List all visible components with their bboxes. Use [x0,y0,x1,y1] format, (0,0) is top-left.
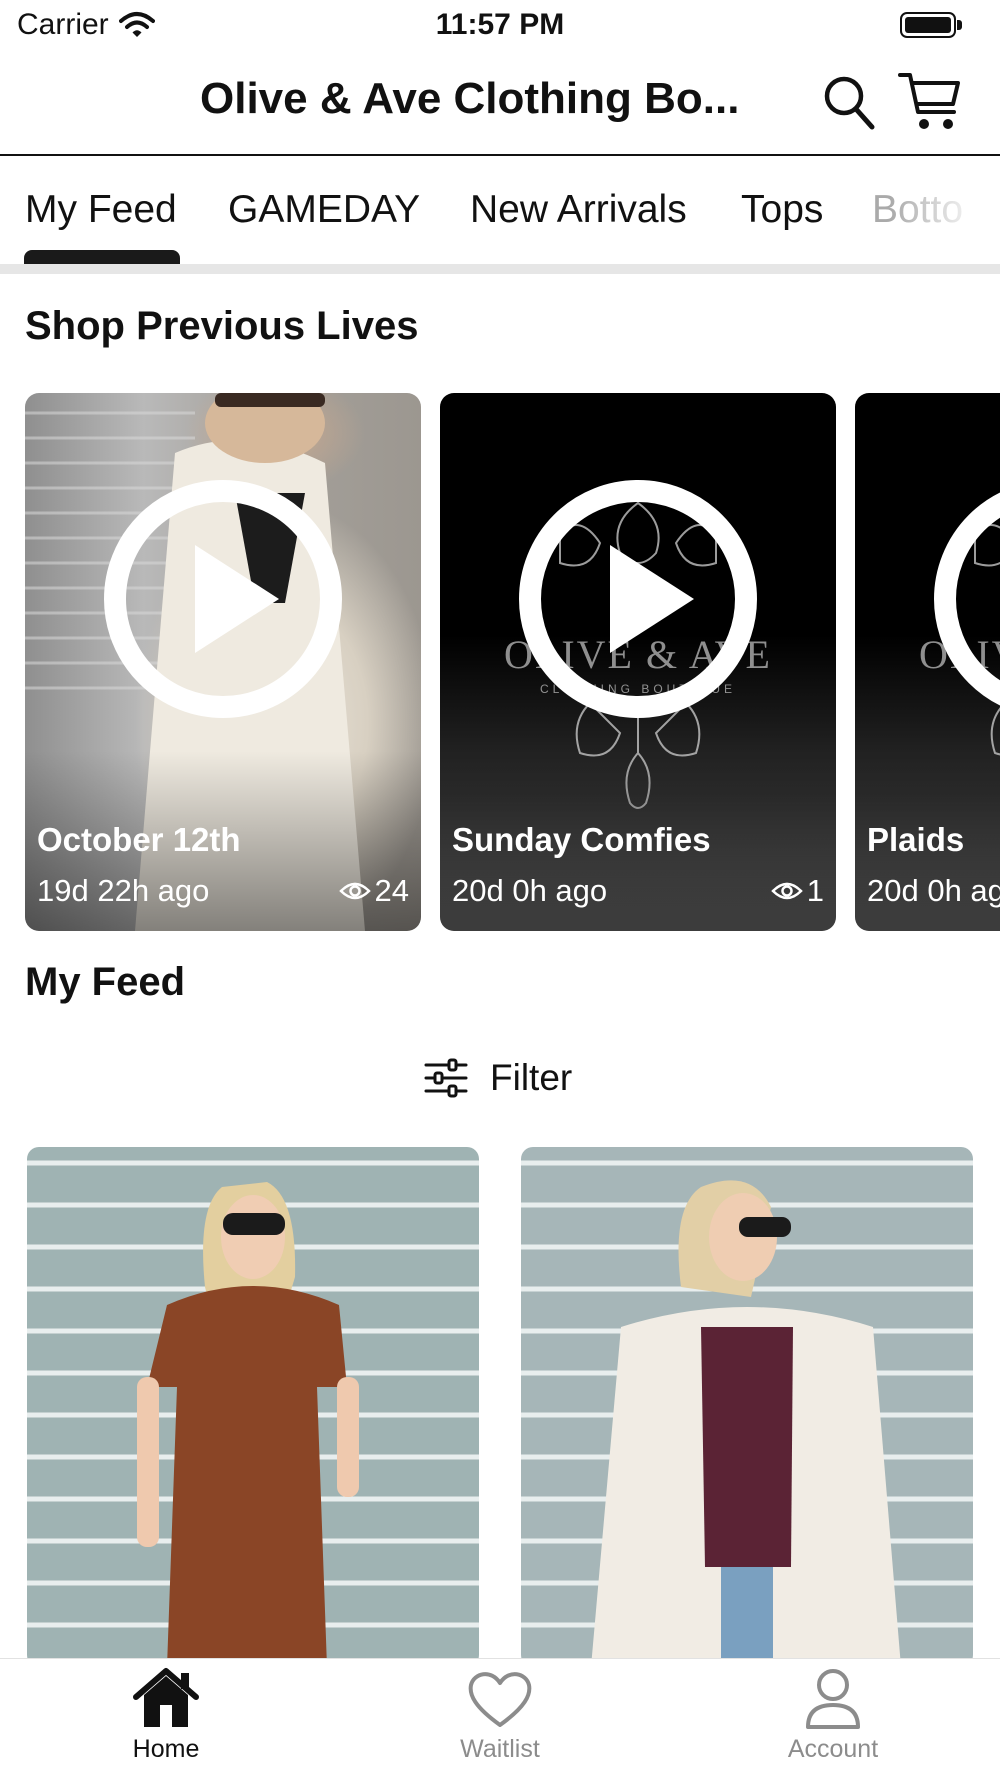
status-time: 11:57 PM [435,8,565,41]
tabs-rail [0,264,1000,274]
play-icon[interactable] [103,479,343,719]
nav-account[interactable]: Account [733,1665,933,1764]
battery-icon [900,12,956,38]
live-time-ago: 20d 0h ago [452,873,608,908]
cart-button[interactable] [898,70,964,134]
live-time-ago: 20d 0h ago [867,873,1000,908]
tab-my-feed[interactable]: My Feed [25,188,177,232]
view-count: 24 [338,873,409,909]
live-title: Sunday Comfies [452,821,711,858]
tab-gameday[interactable]: GAMEDAY [228,188,420,232]
eye-icon [338,882,371,900]
nav-waitlist[interactable]: Waitlist [400,1665,600,1764]
live-time-ago: 19d 22h ago [37,873,210,908]
section-title-lives: Shop Previous Lives [25,304,419,348]
category-tabs: My Feed GAMEDAY New Arrivals Tops Botto [0,158,1000,274]
heart-icon [468,1672,532,1727]
tab-tops[interactable]: Tops [741,188,823,232]
status-bar: Carrier 11:57 PM [0,0,1000,52]
tabs-fade-overlay [890,158,1000,266]
view-count-value: 1 [806,873,824,908]
cart-icon [898,73,960,129]
live-title: Plaids [867,821,965,858]
bottom-nav: Home Waitlist Account [0,1658,1000,1778]
person-icon [806,1669,860,1729]
nav-account-label: Account [787,1735,879,1763]
nav-waitlist-label: Waitlist [460,1735,540,1763]
live-card[interactable]: OLIVE & AVE Plaids 20d 0h ago [855,393,1000,931]
view-count: 1 [770,873,824,909]
search-icon [824,76,875,130]
play-icon[interactable] [518,479,758,719]
app-header: Olive & Ave Clothing Bo... [0,52,1000,156]
filter-button[interactable]: Filter [424,1050,572,1106]
section-title-feed: My Feed [25,960,186,1004]
live-card[interactable]: October 12th 19d 22h ago 24 [25,393,421,931]
filter-sliders-icon [424,1058,468,1098]
search-button[interactable] [822,72,878,132]
home-icon [133,1668,199,1727]
previous-lives-carousel[interactable]: October 12th 19d 22h ago 24 OLIVE & AVE … [0,393,1000,933]
product-card[interactable] [521,1147,973,1667]
store-title: Olive & Ave Clothing Bo... [200,74,740,123]
view-count-value: 24 [374,873,409,908]
product-image [27,1147,479,1667]
filter-label: Filter [490,1057,573,1098]
nav-home[interactable]: Home [66,1665,266,1764]
product-card[interactable] [27,1147,479,1667]
product-image [521,1147,973,1667]
tab-new-arrivals[interactable]: New Arrivals [470,188,687,232]
battery-tip [957,20,962,30]
play-icon[interactable] [933,479,1000,719]
live-card[interactable]: OLIVE & AVE CLOTHING BOUTIQUE Sunday Com… [440,393,836,931]
eye-icon [770,882,803,900]
live-title: October 12th [37,821,241,858]
nav-home-label: Home [132,1735,200,1763]
